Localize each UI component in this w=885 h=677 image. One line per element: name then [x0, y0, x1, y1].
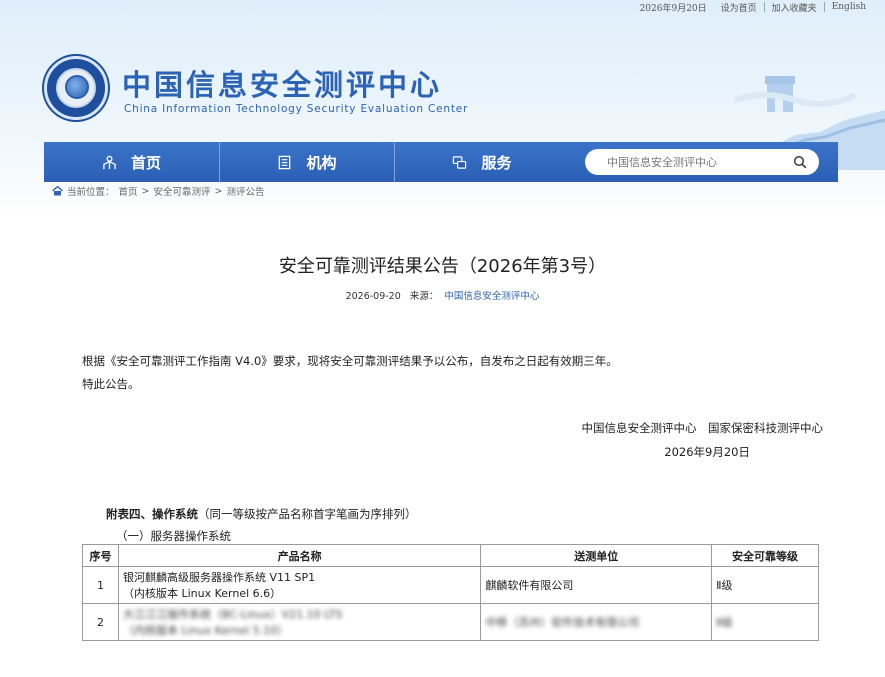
row-product-name: 银河麒麟高级服务器操作系统 V11 SP1 （内核版本 Linux Kernel…: [117, 566, 482, 604]
product-name-line: 大江江江操作系统（BC-Linux）V21.10 LTS: [122, 608, 343, 621]
breadcrumb-prefix: 当前位置：: [67, 187, 115, 198]
breadcrumb-home[interactable]: 首页: [119, 184, 138, 198]
header-grade: 安全可靠等级: [711, 544, 819, 567]
breadcrumb-separator: >: [214, 185, 223, 197]
subsection-heading: （一）服务器操作系统: [116, 529, 231, 543]
article-paragraph: 特此公告。: [82, 377, 140, 391]
top-date: 2026年9月20日: [639, 3, 707, 14]
appendix-heading: 附表四、操作系统（同一等级按产品名称首字笔画为序排列）: [106, 506, 417, 522]
main-nav: 首页 机构 服务: [44, 142, 838, 182]
nav-organization[interactable]: 机构: [219, 142, 394, 182]
nav-home-label: 首页: [130, 153, 161, 172]
article-paragraph: 根据《安全可靠测评工作指南 V4.0》要求，现将安全可靠测评结果予以公布，自发布…: [82, 354, 618, 368]
set-homepage-link[interactable]: 设为首页: [714, 1, 764, 14]
top-links-bar: 2026年9月20日 设为首页 加入收藏夹 English: [633, 0, 873, 14]
nav-service[interactable]: 服务: [394, 142, 569, 182]
sign-date: 2026年9月20日: [664, 445, 750, 459]
results-table: 序号 产品名称 送测单位 安全可靠等级 1 银河麒麟高级服务器操作系统 V11 …: [82, 544, 819, 641]
breadcrumb-separator: >: [141, 185, 150, 197]
row-submitter: 麒麟软件有限公司: [480, 566, 713, 604]
nav-organization-label: 机构: [306, 153, 337, 172]
search-box: [585, 149, 819, 175]
article-title: 安全可靠测评结果公告（2026年第3号）: [278, 256, 607, 277]
breadcrumb-current[interactable]: 测评公告: [226, 184, 264, 198]
product-name-line: 银河麒麟高级服务器操作系统 V11 SP1: [122, 571, 316, 584]
grade-text: Ⅱ级: [716, 616, 733, 629]
search-icon[interactable]: [793, 155, 807, 169]
appendix-title: 附表四、操作系统: [106, 507, 198, 521]
table-row: 1 银河麒麟高级服务器操作系统 V11 SP1 （内核版本 Linux Kern…: [82, 566, 819, 604]
row-submitter: 中移（苏州）软件技术有限公司: [480, 603, 713, 641]
nav-service-label: 服务: [481, 153, 512, 172]
site-title[interactable]: 中国信息安全测评中心: [122, 62, 442, 104]
breadcrumb-category[interactable]: 安全可靠测评: [154, 184, 211, 198]
appendix-note: （同一等级按产品名称首字笔画为序排列）: [198, 507, 417, 521]
signers: 中国信息安全测评中心 国家保密科技测评中心: [581, 421, 824, 435]
table-header-row: 序号 产品名称 送测单位 安全可靠等级: [82, 544, 819, 567]
home-small-icon: [52, 186, 63, 196]
product-kernel-line: （内核版本 Linux Kernel 6.6）: [122, 587, 282, 600]
table-row: 2 大江江江操作系统（BC-Linux）V21.10 LTS （内核版本 Lin…: [82, 603, 819, 641]
service-icon: [453, 155, 467, 169]
site-subtitle: China Information Technology Security Ev…: [124, 103, 469, 115]
building-icon: [279, 155, 291, 169]
add-favorite-link[interactable]: 加入收藏夹: [765, 1, 824, 14]
header-submitter: 送测单位: [480, 544, 713, 567]
search-input[interactable]: [607, 155, 777, 169]
row-grade: Ⅱ级: [711, 566, 819, 604]
article-meta: 2026-09-20 来源： 中国信息安全测评中心: [0, 288, 885, 302]
article-date: 2026-09-20: [345, 291, 401, 302]
row-index: 2: [82, 603, 119, 641]
row-grade: Ⅱ级: [711, 603, 819, 641]
logo-emblem-icon[interactable]: [44, 56, 108, 120]
globe-icon: [65, 75, 89, 99]
english-link[interactable]: English: [825, 2, 873, 12]
breadcrumb: 当前位置： 首页 > 安全可靠测评 > 测评公告: [52, 184, 265, 198]
row-product-name: 大江江江操作系统（BC-Linux）V21.10 LTS （内核版本 Linux…: [117, 603, 482, 641]
article-source[interactable]: 中国信息安全测评中心: [444, 291, 539, 302]
home-icon: [103, 155, 116, 169]
nav-home[interactable]: 首页: [44, 142, 219, 182]
header-index: 序号: [82, 544, 119, 567]
product-kernel-line: （内核版本 Linux Kernel 5.10）: [122, 624, 289, 637]
source-label: 来源：: [409, 291, 439, 302]
row-index: 1: [82, 566, 119, 604]
header-product-name: 产品名称: [117, 544, 482, 567]
submitter-text: 中移（苏州）软件技术有限公司: [485, 616, 640, 629]
